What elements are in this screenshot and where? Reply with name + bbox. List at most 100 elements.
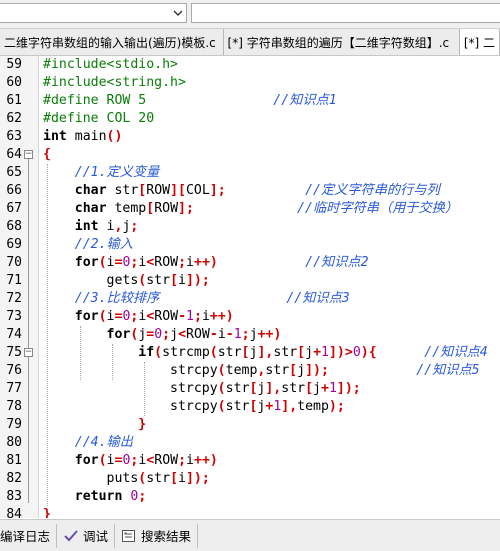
line-number: 77 — [6, 381, 22, 396]
code-token: #include<stdio.h> — [43, 57, 178, 72]
code-token: + — [313, 345, 322, 360]
line-number: 70 — [6, 255, 22, 270]
code-token: ROW — [154, 201, 179, 216]
code-token: ( — [98, 309, 107, 324]
code-token: ++) — [209, 309, 234, 324]
code-token: temp — [297, 399, 329, 414]
code-line[interactable]: 79 } — [0, 416, 500, 434]
code-token: #include<string.h> — [43, 75, 186, 90]
code-token: i — [186, 255, 194, 270]
code-token: //知识点3 — [159, 291, 350, 306]
code-token: j — [297, 363, 306, 378]
tab-compile-log[interactable]: 编译日志 — [0, 523, 58, 548]
fold-collapse-icon[interactable]: − — [24, 348, 33, 357]
code-token: 1 — [186, 309, 194, 324]
code-line[interactable]: 60 #include<string.h> — [0, 74, 500, 92]
code-token: ROW — [146, 183, 171, 198]
code-line[interactable]: 62 #define COL 20 — [0, 110, 500, 128]
code-line[interactable]: 75 if(strcmp(str[j],str[j+1])>0){ //知识点4 — [0, 344, 500, 362]
code-editor[interactable]: 59 #include<stdio.h> 60 #include<string.h> 6… — [0, 56, 500, 518]
code-token: ( — [209, 345, 218, 360]
tab-file-2[interactable]: [*] 字符串数组的遍历【二维字符数组】.c — [223, 29, 460, 55]
line-number: 76 — [6, 363, 22, 378]
code-line[interactable]: 67 char temp[ROW]; //临时字符串（用于交换） — [0, 200, 500, 218]
code-line[interactable]: 72 //3.比较排序 //知识点3 — [0, 290, 500, 308]
tab-debug[interactable]: 调试 — [57, 523, 116, 548]
tab-file-1[interactable]: 二维字符串数组的输入输出(遍历)模板.c — [0, 29, 224, 55]
code-token: ], — [257, 345, 274, 360]
code-line[interactable]: 68 int i,j; — [0, 218, 500, 236]
code-token: ++) — [257, 327, 282, 342]
code-line[interactable]: 71 gets(str[i]); — [0, 272, 500, 290]
code-text: for(j=0;j<ROW-i-1;j++) — [43, 326, 282, 344]
code-token: [ — [146, 201, 155, 216]
line-number: 63 — [6, 129, 22, 144]
code-token: COL — [185, 183, 210, 198]
code-token: str — [273, 345, 298, 360]
code-token: str — [217, 345, 242, 360]
code-token: ; — [241, 327, 250, 342]
function-dropdown[interactable] — [191, 3, 500, 23]
code-line[interactable]: 84} — [0, 506, 500, 518]
code-token: int — [74, 219, 99, 234]
indent-guide — [112, 344, 113, 380]
code-text: #define ROW 5 //知识点1 — [43, 92, 337, 110]
code-line[interactable]: 74 for(j=0;j<ROW-i-1;j++) — [0, 326, 500, 344]
fold-collapse-icon[interactable]: − — [24, 150, 33, 159]
code-token: - — [178, 309, 187, 324]
code-token: //临时字符串（用于交换） — [193, 201, 459, 216]
code-line[interactable]: 63 int main() — [0, 128, 500, 146]
line-number: 61 — [6, 93, 22, 108]
code-token: } — [138, 417, 147, 432]
code-token: j — [313, 381, 321, 396]
code-line[interactable]: 81 for(i=0;i<ROW;i++) — [0, 452, 500, 470]
code-token: i — [186, 453, 194, 468]
code-token: ; — [178, 255, 187, 270]
code-line[interactable]: 83 return 0; — [0, 488, 500, 506]
code-token: //4.输出 — [43, 435, 133, 450]
code-line[interactable]: 70 for(i=0;i<ROW;i++) //知识点2 — [0, 254, 500, 272]
code-token: ( — [217, 363, 226, 378]
code-text: strcpy(str[j],str[j+1]); — [43, 380, 361, 398]
check-icon — [63, 528, 79, 544]
code-line[interactable]: 78 strcpy(str[j+1],temp); — [0, 398, 500, 416]
code-line[interactable]: 61 #define ROW 5 //知识点1 — [0, 92, 500, 110]
code-token: [ — [241, 345, 250, 360]
chevron-down-icon[interactable] — [170, 4, 186, 22]
code-token: gets — [43, 273, 139, 288]
code-token: //定义字符串的行与列 — [225, 183, 440, 198]
scope-dropdown[interactable] — [0, 3, 187, 23]
code-token: strcpy — [43, 363, 218, 378]
code-token: ; — [162, 327, 171, 342]
code-line[interactable]: 73 for(i=0;i<ROW-1;i++) — [0, 308, 500, 326]
code-token: str — [281, 381, 306, 396]
code-line[interactable]: 59 #include<stdio.h> — [0, 56, 500, 74]
line-number: 80 — [6, 435, 22, 450]
code-token: for — [74, 255, 99, 270]
line-number: 65 — [6, 165, 22, 180]
code-line[interactable]: 64 { — [0, 146, 500, 164]
line-number: 84 — [6, 507, 22, 518]
code-token: 0 — [352, 345, 361, 360]
line-number: 69 — [6, 237, 22, 252]
line-number: 83 — [6, 489, 22, 504]
code-token: ]); — [336, 381, 361, 396]
bottom-panel-tabs: 编译日志 调试 搜索结果 — [0, 519, 500, 551]
code-token: //知识点2 — [217, 255, 369, 270]
code-token: ( — [154, 345, 163, 360]
tab-file-3[interactable]: [*] 二 — [459, 29, 500, 55]
toolbar — [0, 0, 500, 29]
code-text: return 0; — [43, 488, 147, 506]
code-line[interactable]: 82 puts(str[i]); — [0, 470, 500, 488]
line-number: 66 — [6, 183, 22, 198]
code-line[interactable]: 66 char str[ROW][COL]; //定义字符串的行与列 — [0, 182, 500, 200]
code-line[interactable]: 77 strcpy(str[j],str[j+1]); — [0, 380, 500, 398]
code-line[interactable]: 65 //1.定义变量 — [0, 164, 500, 182]
code-line[interactable]: 76 strcpy(temp,str[j]); //知识点5 — [0, 362, 500, 380]
code-line[interactable]: 69 //2.输入 — [0, 236, 500, 254]
code-line[interactable]: 80 //4.输出 — [0, 434, 500, 452]
code-text: } — [43, 506, 51, 518]
code-token: 1 — [328, 381, 337, 396]
code-token: ROW — [154, 309, 179, 324]
tab-search-results[interactable]: 搜索结果 — [115, 523, 199, 548]
